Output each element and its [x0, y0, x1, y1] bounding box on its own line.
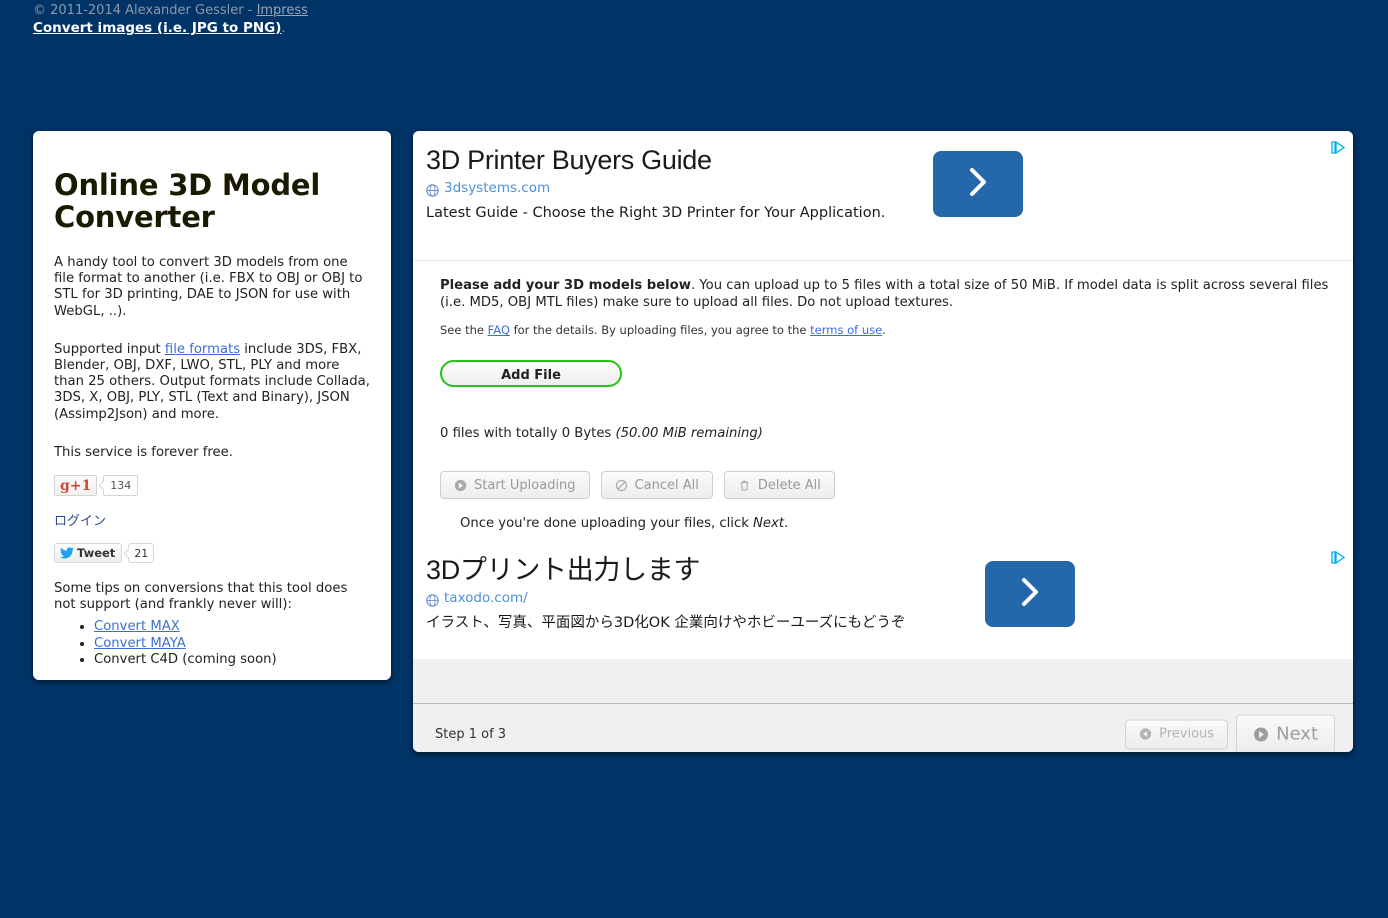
site-header: © 2011-2014 Alexander Gessler - Impress …	[33, 3, 308, 36]
see-the-text: See the	[440, 323, 488, 337]
login-label[interactable]: ログイン	[54, 510, 371, 529]
after-faq-text: for the details. By uploading files, you…	[509, 323, 811, 337]
filler-strip	[413, 659, 1353, 704]
start-uploading-button[interactable]: Start Uploading	[440, 471, 590, 499]
google-plus-one-button[interactable]: g+1	[54, 475, 98, 497]
after-terms-text: .	[882, 323, 886, 337]
terms-of-use-link[interactable]: terms of use	[810, 323, 882, 337]
tips-intro-text: Some tips on conversions that this tool …	[54, 581, 348, 613]
cancel-circle-icon	[615, 479, 628, 492]
chevron-right-icon	[965, 165, 991, 203]
ad-arrow-button[interactable]	[985, 561, 1075, 627]
ad-url[interactable]: 3dsystems.com	[444, 180, 550, 196]
faq-link[interactable]: FAQ	[488, 323, 510, 337]
hint-emphasis: Next	[753, 516, 784, 531]
wizard-footer: Step 1 of 3 Previous Next	[413, 704, 1353, 752]
list-item: Convert MAX	[94, 619, 371, 635]
twitter-row: Tweet 21	[54, 543, 371, 564]
convert-images-line: Convert images (i.e. JPG to PNG).	[33, 20, 308, 36]
delete-all-button[interactable]: Delete All	[723, 471, 835, 499]
free-service-text: This service is forever free.	[54, 444, 233, 460]
convert-maya-link[interactable]: Convert MAYA	[94, 636, 186, 651]
ad-url-row: taxodo.com/	[426, 590, 1353, 607]
page-title: Online 3D Model Converter	[54, 168, 321, 234]
formats-paragraph: Supported input file formats include 3DS…	[54, 342, 371, 423]
arrow-left-circle-icon	[1139, 728, 1152, 741]
previous-button-label: Previous	[1159, 726, 1215, 742]
google-plus-row: g+1 134	[54, 475, 371, 497]
upload-actions: Start Uploading Cancel All Delete All	[440, 471, 1331, 499]
list-item: Convert MAYA	[94, 636, 371, 652]
ad-title[interactable]: 3D Printer Buyers Guide	[426, 145, 1353, 176]
hint-pre-text: Once you're done uploading your files, c…	[460, 516, 754, 531]
impress-link[interactable]: Impress	[257, 3, 308, 18]
files-summary-remaining: (50.00 MiB remaining)	[615, 426, 763, 441]
wizard-nav-buttons: Previous Next	[1125, 714, 1335, 752]
chevron-right-icon	[1017, 575, 1043, 613]
copyright-line: © 2011-2014 Alexander Gessler - Impress	[33, 3, 308, 19]
instructions-bold: Please add your 3D models below	[440, 278, 691, 293]
hint-post-text: .	[784, 516, 789, 531]
formats-pre-text: Supported input	[54, 341, 165, 357]
cancel-all-button[interactable]: Cancel All	[600, 471, 713, 499]
faq-terms-line: See the FAQ for the details. By uploadin…	[440, 323, 1331, 338]
ad-description: Latest Guide - Choose the Right 3D Print…	[426, 205, 886, 221]
next-button[interactable]: Next	[1236, 714, 1335, 752]
globe-icon	[426, 592, 439, 607]
next-step-hint: Once you're done uploading your files, c…	[460, 516, 1331, 531]
step-indicator: Step 1 of 3	[435, 726, 507, 742]
intro-paragraph: A handy tool to convert 3D models from o…	[54, 255, 363, 319]
start-uploading-label: Start Uploading	[474, 477, 576, 493]
tweet-count[interactable]: 21	[128, 543, 155, 564]
ad-title[interactable]: 3Dプリント出力します	[426, 555, 1353, 586]
upload-circle-icon	[454, 479, 467, 492]
tweet-button-label: Tweet	[77, 546, 116, 561]
copyright-text: © 2011-2014 Alexander Gessler -	[33, 3, 257, 18]
upload-wizard-panel: 3D Printer Buyers Guide 3dsystems.com La…	[413, 131, 1353, 752]
advertisement-bottom[interactable]: 3Dプリント出力します taxodo.com/ イラスト、写真、平面図から3D化…	[413, 541, 1353, 659]
tweet-button[interactable]: Tweet	[54, 543, 123, 564]
info-panel: Online 3D Model Converter A handy tool t…	[33, 131, 391, 680]
add-file-button[interactable]: Add File	[440, 360, 622, 387]
convert-c4d-text: Convert C4D (coming soon)	[94, 651, 277, 667]
convert-max-link[interactable]: Convert MAX	[94, 619, 180, 634]
trailing-dot: .	[281, 20, 286, 36]
previous-button[interactable]: Previous	[1125, 719, 1229, 749]
delete-all-label: Delete All	[757, 477, 821, 493]
trash-icon	[738, 479, 751, 492]
tips-list: Convert MAX Convert MAYA Convert C4D (co…	[54, 619, 371, 668]
ad-url[interactable]: taxodo.com/	[444, 590, 528, 606]
adchoices-icon[interactable]	[1331, 139, 1346, 155]
adchoices-icon[interactable]	[1331, 549, 1346, 565]
google-plus-count[interactable]: 134	[103, 475, 139, 497]
upload-step-content: Please add your 3D models below. You can…	[413, 261, 1353, 541]
globe-icon	[426, 182, 439, 197]
convert-images-link[interactable]: Convert images (i.e. JPG to PNG)	[33, 20, 281, 36]
ad-arrow-button[interactable]	[933, 151, 1023, 217]
ad-description: イラスト、写真、平面図から3D化OK 企業向けやホビーユーズにもどうぞ	[426, 615, 906, 631]
ad-url-row: 3dsystems.com	[426, 180, 1353, 197]
cancel-all-label: Cancel All	[634, 477, 699, 493]
twitter-bird-icon	[60, 547, 74, 559]
arrow-right-circle-icon	[1253, 726, 1269, 742]
upload-instructions: Please add your 3D models below. You can…	[440, 277, 1331, 311]
files-summary: 0 files with totally 0 Bytes (50.00 MiB …	[440, 426, 1331, 441]
advertisement-top[interactable]: 3D Printer Buyers Guide 3dsystems.com La…	[413, 131, 1353, 261]
file-formats-link[interactable]: file formats	[165, 342, 240, 357]
list-item: Convert C4D (coming soon)	[94, 652, 371, 668]
files-summary-main: 0 files with totally 0 Bytes	[440, 426, 616, 441]
next-button-label: Next	[1276, 723, 1318, 745]
